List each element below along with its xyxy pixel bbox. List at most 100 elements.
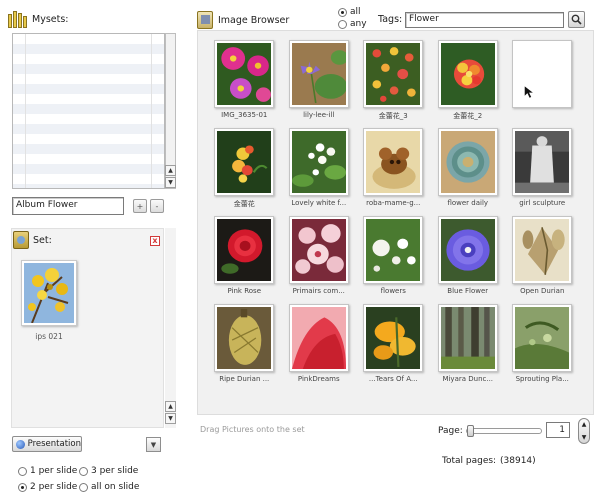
scroll-up-button[interactable]: ▲: [165, 165, 176, 176]
photo-thumbnail[interactable]: [288, 216, 349, 284]
photo-item[interactable]: ...Tears Of A...: [356, 304, 431, 392]
add-album-button[interactable]: +: [133, 199, 147, 213]
photo-thumbnail[interactable]: [512, 304, 573, 372]
photo-thumbnail[interactable]: [214, 304, 275, 372]
set-scrollbar[interactable]: ▲ ▼: [165, 228, 176, 428]
photo-thumbnail[interactable]: [288, 128, 349, 196]
photo-item[interactable]: lily-lee-ill: [282, 40, 357, 128]
photo-caption: Primairs com...: [292, 287, 345, 295]
scroll-down-button[interactable]: ▼: [165, 177, 176, 188]
set-scroll-up-button[interactable]: ▲: [165, 401, 176, 412]
photo-item[interactable]: Open Durian: [505, 216, 580, 304]
photo-thumbnail[interactable]: [363, 216, 424, 284]
radio-3-per-slide[interactable]: 3 per slide: [79, 466, 138, 476]
scope-all-radio[interactable]: [338, 7, 347, 17]
presentation-dropdown-button[interactable]: ▼: [146, 437, 161, 452]
page-slider[interactable]: [466, 425, 542, 437]
search-button[interactable]: [568, 11, 585, 28]
photo-caption: Blue Flower: [447, 287, 489, 295]
photo-image: [515, 219, 570, 281]
radio-all-on-slide[interactable]: all on slide: [79, 482, 139, 492]
scope-any-radio[interactable]: [338, 19, 347, 29]
photo-item[interactable]: 金蕾花: [207, 128, 282, 216]
photo-item[interactable]: IMG_3635-01: [207, 40, 282, 128]
radio-1-per-slide-control[interactable]: [18, 466, 27, 476]
photo-thumbnail[interactable]: [288, 40, 349, 108]
page-down-icon[interactable]: ▼: [582, 434, 587, 441]
photo-thumbnail[interactable]: [437, 40, 498, 108]
photo-caption: Sprouting Pla...: [515, 375, 569, 383]
photo-caption: PinkDreams: [297, 375, 340, 383]
mysets-list[interactable]: [12, 33, 165, 189]
mysets-scrollbar[interactable]: ▲ ▼: [165, 33, 176, 189]
photo-item[interactable]: Blue Flower: [431, 216, 506, 304]
tags-search-input[interactable]: Flower: [405, 12, 564, 28]
mysets-header: Mysets:: [8, 8, 188, 30]
photo-thumbnail[interactable]: [363, 304, 424, 372]
photo-item[interactable]: flowers: [356, 216, 431, 304]
photo-item[interactable]: 金蕾花_2: [431, 40, 506, 128]
drag-hint: Drag Pictures onto the set: [200, 425, 305, 434]
photo-thumbnail[interactable]: [214, 128, 275, 196]
photo-image: [366, 219, 421, 281]
photo-thumbnail[interactable]: [512, 216, 573, 284]
scope-all[interactable]: all: [338, 6, 367, 18]
set-panel[interactable]: [11, 228, 164, 428]
page-slider-knob[interactable]: [467, 425, 474, 437]
page-spinner[interactable]: ▲ ▼: [578, 418, 590, 444]
photo-item[interactable]: Ripe Durian ...: [207, 304, 282, 392]
photo-thumbnail[interactable]: [363, 128, 424, 196]
photo-item[interactable]: girl sculpture: [505, 128, 580, 216]
radio-1-per-slide[interactable]: 1 per slide: [18, 466, 77, 476]
close-set-icon[interactable]: x: [150, 236, 160, 246]
photo-item[interactable]: Pink Rose: [207, 216, 282, 304]
photo-caption: Pink Rose: [227, 287, 261, 295]
photo-item[interactable]: Primairs com...: [282, 216, 357, 304]
set-scroll-down-button[interactable]: ▼: [165, 413, 176, 424]
radio-2-per-slide-control[interactable]: [18, 482, 27, 492]
photo-item[interactable]: 金蕾花_3: [356, 40, 431, 128]
photo-item[interactable]: Lovely white f...: [282, 128, 357, 216]
photo-thumbnail[interactable]: [437, 304, 498, 372]
photo-thumbnail[interactable]: [363, 40, 424, 108]
album-name-field[interactable]: Album Flower: [12, 197, 124, 215]
photo-caption: lily-lee-ill: [303, 111, 335, 119]
globe-icon: [16, 439, 25, 449]
photo-item[interactable]: Sprouting Pla...: [505, 304, 580, 392]
photo-thumbnail[interactable]: [437, 216, 498, 284]
photo-caption: Ripe Durian ...: [219, 375, 270, 383]
photo-item[interactable]: Miyara Dunc...: [431, 304, 506, 392]
photo-image: [217, 43, 272, 105]
photo-thumbnail[interactable]: [512, 128, 573, 196]
photo-item[interactable]: [505, 40, 580, 128]
photo-caption: Open Durian: [520, 287, 565, 295]
radio-2-per-slide[interactable]: 2 per slide: [18, 482, 77, 492]
tag-scope-group: all any: [338, 6, 367, 30]
radio-all-on-slide-control[interactable]: [79, 482, 88, 492]
photo-image: [217, 307, 272, 369]
set-item-thumbnail[interactable]: [21, 260, 77, 326]
photo-thumbnail[interactable]: [214, 40, 275, 108]
photo-image: [291, 219, 346, 281]
photo-item[interactable]: flower daily: [431, 128, 506, 216]
page-label: Page:: [438, 426, 463, 436]
page-number-input[interactable]: 1: [546, 422, 570, 438]
remove-album-button[interactable]: -: [150, 199, 164, 213]
scope-any[interactable]: any: [338, 18, 367, 30]
photo-caption: 金蕾花: [233, 200, 255, 208]
radio-3-per-slide-control[interactable]: [79, 466, 88, 476]
presentation-button[interactable]: Presentation: [12, 436, 82, 452]
photo-thumbnail[interactable]: [288, 304, 349, 372]
photo-image: [440, 307, 495, 369]
set-item-caption: ips 021: [35, 332, 63, 341]
mysets-folder-icon: [8, 10, 28, 28]
tags-label: Tags:: [378, 14, 403, 25]
radio-2-per-slide-label: 2 per slide: [30, 482, 78, 492]
photo-item[interactable]: PinkDreams: [282, 304, 357, 392]
photo-caption: girl sculpture: [519, 199, 566, 207]
photo-thumbnail[interactable]: [512, 40, 573, 108]
page-up-icon[interactable]: ▲: [582, 421, 587, 428]
photo-item[interactable]: roba-mame-g...: [356, 128, 431, 216]
photo-thumbnail[interactable]: [437, 128, 498, 196]
photo-thumbnail[interactable]: [214, 216, 275, 284]
